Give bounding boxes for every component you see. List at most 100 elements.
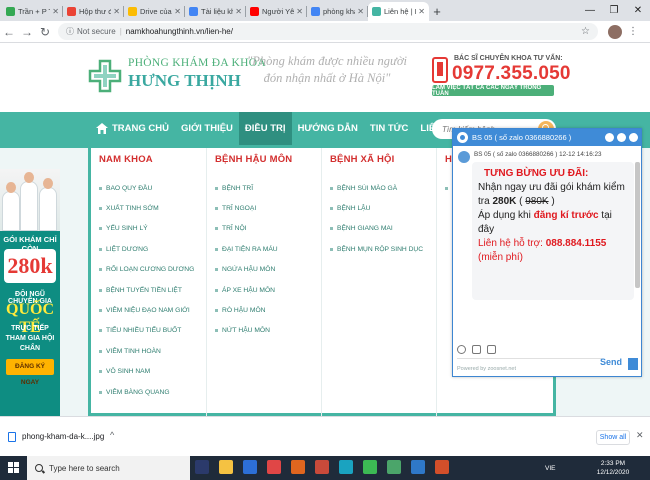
send-options-icon[interactable] (628, 358, 638, 370)
menu-item[interactable]: BỆNH MỤN RỘP SINH DỤC (330, 239, 423, 259)
profile-avatar[interactable] (608, 24, 622, 39)
clock-time: 2:33 PM (600, 460, 626, 467)
menu-item[interactable]: RỐI LOẠN CƯƠNG DƯƠNG (99, 260, 194, 280)
menu-item[interactable]: VIÊM TINH HOÀN (99, 341, 194, 361)
menu-item[interactable]: NỨT HẬU MÔN (215, 321, 278, 341)
menu-item[interactable]: BỆNH LẬU (330, 198, 423, 218)
price-new: 280K (492, 196, 517, 207)
new-tab-button[interactable]: + (429, 2, 445, 21)
chrome-icon[interactable] (363, 460, 377, 474)
app-icon[interactable] (435, 460, 449, 474)
menu-item[interactable]: XUẤT TINH SỚM (99, 198, 194, 218)
app-icon[interactable] (339, 460, 353, 474)
tab-close-icon[interactable]: ✕ (296, 7, 303, 16)
chat-maximize-icon[interactable] (617, 133, 626, 142)
address-bar[interactable]: ⓘ Not secure | namkhoahungthinh.vn/lien-… (58, 23, 598, 40)
menu-item[interactable]: BỆNH GIANG MAI (330, 219, 423, 239)
app-icon[interactable] (315, 460, 329, 474)
menu-item[interactable]: RÒ HẬU MÔN (215, 300, 278, 320)
menu-item[interactable]: YẾU SINH LÝ (99, 219, 194, 239)
menu-item[interactable]: LIỆT DƯƠNG (99, 239, 194, 259)
language-indicator[interactable]: VIE (545, 465, 555, 472)
photoshop-icon[interactable] (195, 460, 209, 474)
menu-column-heading[interactable]: NAM KHOA (99, 154, 153, 165)
tab-close-icon[interactable]: ✕ (418, 7, 425, 16)
nav-item[interactable]: GIỚI THIỆU (175, 112, 239, 145)
file-explorer-icon[interactable] (219, 460, 233, 474)
menu-item[interactable]: BỆNH TRĨ (215, 178, 278, 198)
close-window-button[interactable]: ✕ (626, 0, 650, 21)
taskbar-search[interactable]: Type here to search (27, 456, 190, 480)
menu-item[interactable]: VIÊM BÀNG QUANG (99, 382, 194, 402)
menu-item[interactable]: VÔ SINH NAM (99, 362, 194, 382)
menu-item-label: RÒ HẬU MÔN (222, 307, 266, 315)
chat-scrollbar[interactable] (635, 162, 640, 288)
info-icon[interactable]: ⓘ (66, 26, 74, 37)
reload-icon[interactable]: ↻ (36, 25, 54, 39)
menu-item[interactable]: TIỂU NHIỀU TIỂU BUỐT (99, 321, 194, 341)
tab-close-icon[interactable]: ✕ (235, 7, 242, 16)
clock[interactable]: 2:33 PM 12/12/2020 (594, 459, 632, 477)
tab-close-icon[interactable]: ✕ (357, 7, 364, 16)
image-icon[interactable] (472, 345, 481, 354)
tab-close-icon[interactable]: ✕ (52, 7, 59, 16)
nav-item[interactable]: ĐIỀU TRỊ (238, 112, 292, 145)
nav-item[interactable]: HƯỚNG DẪN (292, 112, 364, 145)
show-all-button[interactable]: Show all (596, 430, 630, 445)
browser-tab[interactable]: Liên hệ | Phòng✕ (368, 2, 429, 21)
bookmark-star-icon[interactable]: ☆ (581, 26, 590, 37)
menu-item[interactable]: NGỨA HẬU MÔN (215, 260, 278, 280)
price-old-open: ( (516, 196, 526, 207)
browser-tab[interactable]: Tài liệu không có tiêu✕ (185, 2, 246, 21)
back-icon[interactable]: ← (0, 25, 18, 39)
browser-tab[interactable]: Hộp thư đến (393)✕ (63, 2, 124, 21)
app-icon[interactable] (387, 460, 401, 474)
bullet-icon (99, 207, 102, 211)
browser-tab[interactable]: phòng khám đa khoa✕ (307, 2, 368, 21)
send-button[interactable]: Send (600, 357, 626, 371)
chevron-up-icon[interactable]: ^ (110, 430, 114, 440)
menu-item[interactable]: BỆNH TUYẾN TIỀN LIỆT (99, 280, 194, 300)
browser-tab-strip: Trần + P Thanh - Ch✕Hộp thư đến (393)✕Dr… (0, 0, 650, 21)
menu-item[interactable]: ĐẠI TIỆN RA MÁU (215, 239, 278, 259)
minimize-button[interactable]: — (578, 0, 602, 21)
menu-item[interactable]: VIÊM NIỆU ĐẠO NAM GIỚI (99, 300, 194, 320)
menu-item[interactable]: BỆNH SÙI MÀO GÀ (330, 178, 423, 198)
menu-column-heading[interactable]: BỆNH HẬU MÔN (215, 154, 292, 165)
close-icon[interactable]: ✕ (636, 430, 644, 441)
menu-kebab-icon[interactable]: ⋮ (628, 26, 638, 37)
tab-close-icon[interactable]: ✕ (113, 7, 120, 16)
app-icon[interactable] (291, 460, 305, 474)
url-text[interactable]: namkhoahungthinh.vn/lien-he/ (126, 27, 233, 36)
app-icon[interactable] (411, 460, 425, 474)
file-icon[interactable] (487, 345, 496, 354)
tab-title: Drive của tôi - Goo (140, 7, 172, 16)
windows-start-icon[interactable] (8, 462, 20, 474)
register-first-link[interactable]: đăng kí trước (534, 210, 599, 221)
tab-favicon-icon (189, 7, 198, 16)
tab-close-icon[interactable]: ✕ (174, 7, 181, 16)
menu-column-heading[interactable]: BỆNH XÃ HỘI (330, 154, 394, 165)
menu-item[interactable]: ÁP XE HẬU MÔN (215, 280, 278, 300)
chat-header[interactable]: BS 05 ( số zalo 0366880266 ) (453, 129, 641, 146)
download-filename[interactable]: phong-kham-da-k....jpg (22, 432, 104, 441)
app-icon[interactable] (267, 460, 281, 474)
menu-item[interactable]: BAO QUY ĐẦU (99, 178, 194, 198)
emoji-icon[interactable] (457, 345, 466, 354)
browser-tab[interactable]: Trần + P Thanh - Ch✕ (2, 2, 63, 21)
word-icon[interactable] (243, 460, 257, 474)
hotline-number[interactable]: 0977.355.050 (452, 63, 571, 85)
promo-banner[interactable]: GÓI KHÁM CHỈ CÒN 280k ĐỘI NGŨ CHUYÊN GIA… (0, 169, 60, 416)
menu-item[interactable]: TRĨ NỘI (215, 219, 278, 239)
nav-item[interactable]: TRANG CHỦ (90, 112, 175, 145)
browser-tab[interactable]: Drive của tôi - Goo✕ (124, 2, 185, 21)
register-now-button[interactable]: ĐĂNG KÝ NGAY (6, 359, 54, 386)
nav-item[interactable]: TIN TỨC (364, 112, 415, 145)
browser-tab[interactable]: Người Yêu Cũ✕ (246, 2, 307, 21)
support-phone[interactable]: 088.884.1155 (546, 238, 607, 249)
chat-minimize-icon[interactable] (605, 133, 614, 142)
menu-item[interactable]: TRĨ NGOẠI (215, 198, 278, 218)
chat-close-icon[interactable] (629, 133, 638, 142)
forward-icon[interactable]: → (18, 25, 36, 39)
maximize-button[interactable]: ❐ (602, 0, 626, 21)
